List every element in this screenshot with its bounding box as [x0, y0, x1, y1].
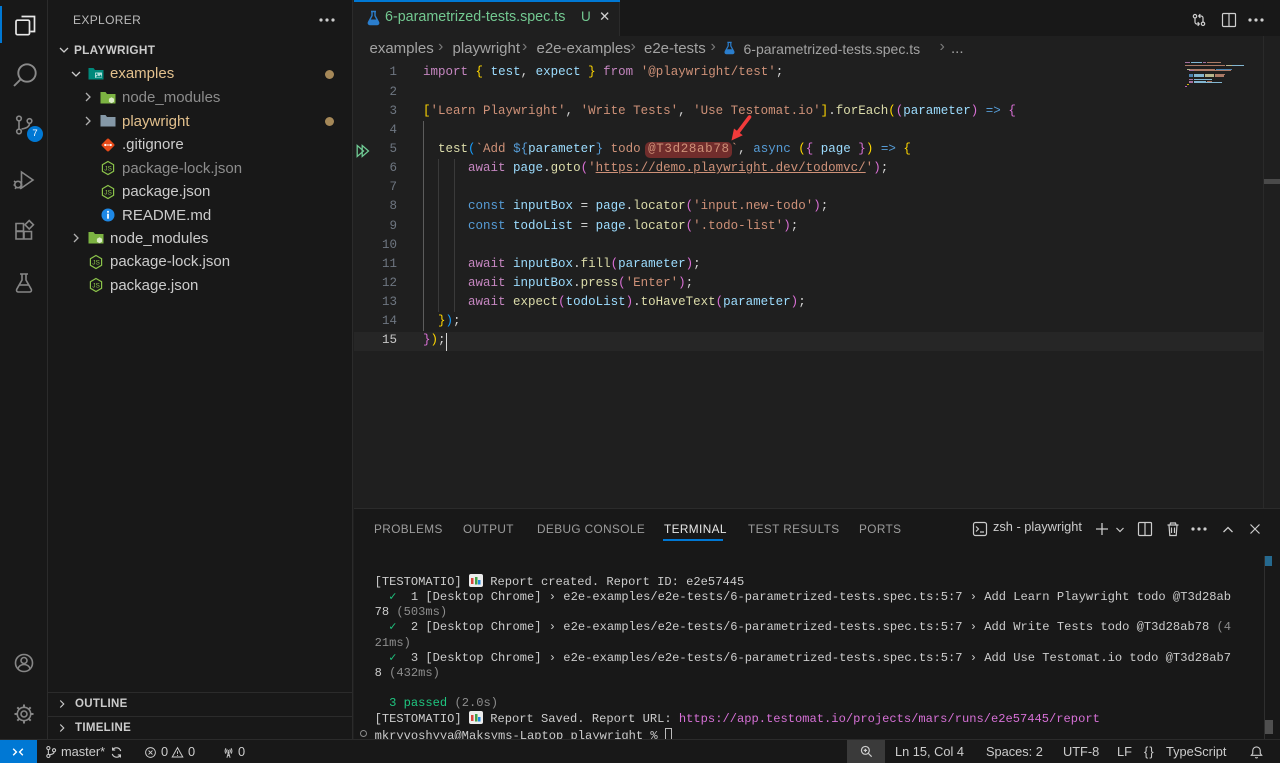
svg-text:JS: JS: [92, 283, 100, 290]
svg-text:JS: JS: [104, 189, 112, 196]
svg-text:JS: JS: [92, 259, 100, 266]
svg-text:JS: JS: [104, 166, 112, 173]
